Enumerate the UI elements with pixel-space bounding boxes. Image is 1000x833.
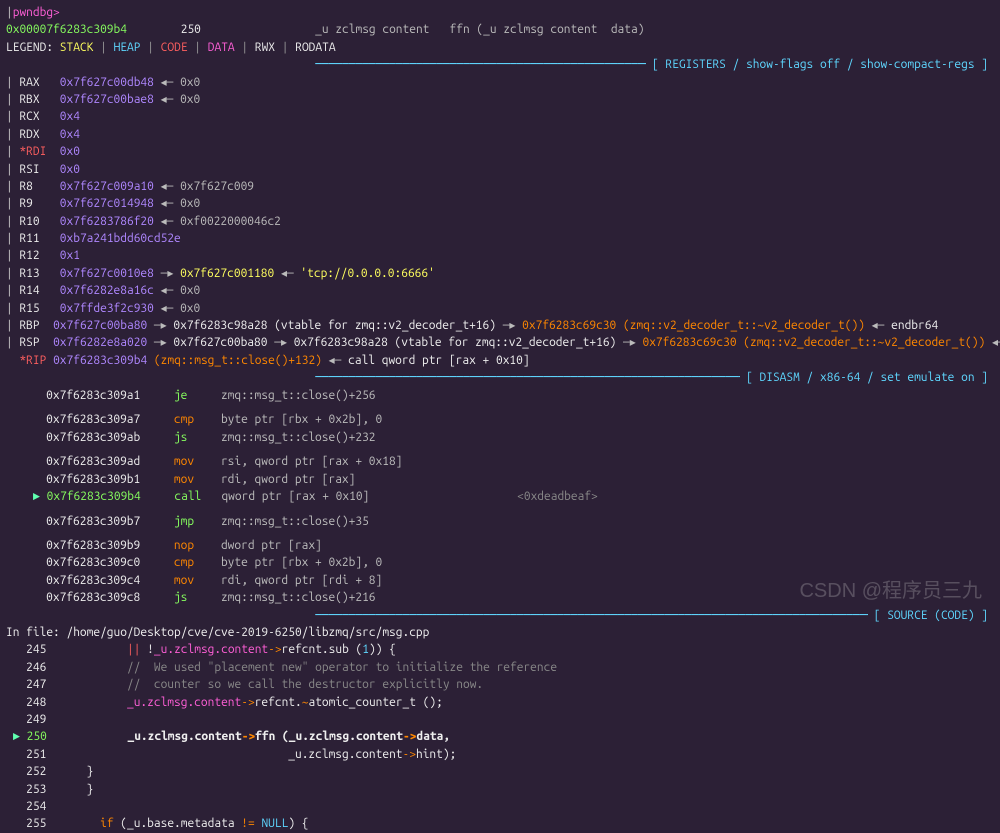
disasm-row: 0x7f6283c309b7 jmp zmq::msg_t::close()+3… [6,513,994,530]
disasm-row: 0x7f6283c309c8 js zmq::msg_t::close()+21… [6,589,994,606]
source-row: 247 // counter so we call the destructor… [6,676,994,693]
registers-panel: | RAX 0x7f627c00db48 ◂— 0x0| RBX 0x7f627… [6,74,994,317]
reg-row: | R13 0x7f627c0010e8 —▸ 0x7f627c001180 ◂… [6,265,994,282]
reg-rsp: | RSP 0x7f6282e8a020 —▸ 0x7f627c00ba80 —… [6,334,994,351]
reg-row: | R12 0x1 [6,247,994,264]
section-disasm: [ DISASM / x86-64 / set emulate on ] [6,369,994,386]
reg-row: | *RDI 0x0 [6,143,994,160]
source-row: 254 [6,798,994,815]
source-row: 251 _u.zclmsg.content->hint); [6,746,994,763]
source-row: 248 _u.zclmsg.content->refcnt.~atomic_co… [6,694,994,711]
prompt: pwndbg> [13,6,60,19]
prompt-line[interactable]: |pwndbg> [6,4,994,21]
reg-row: | R14 0x7f6282e8a16c ◂— 0x0 [6,282,994,299]
disasm-row: 0x7f6283c309c4 mov rdi, qword ptr [rdi +… [6,572,994,589]
reg-row: | R10 0x7f6283786f20 ◂— 0xf0022000046c2 [6,213,994,230]
disasm-row: 0x7f6283c309c0 cmp byte ptr [rbx + 0x2b]… [6,554,994,571]
reg-row: | RBX 0x7f627c00bae8 ◂— 0x0 [6,91,994,108]
source-panel: 245 || !_u.zclmsg.content->refcnt.sub (1… [6,641,994,832]
source-row: ► 250 _u.zclmsg.content->ffn (_u.zclmsg.… [6,728,994,745]
reg-row: | R8 0x7f627c009a10 ◂— 0x7f627c009 [6,178,994,195]
source-row: 253 } [6,781,994,798]
source-row: 252 } [6,763,994,780]
reg-rbp: | RBP 0x7f627c00ba80 —▸ 0x7f6283c98a28 (… [6,317,994,334]
reg-row: | RSI 0x0 [6,161,994,178]
source-file: In file: /home/guo/Desktop/cve/cve-2019-… [6,624,994,641]
reg-row: | RCX 0x4 [6,108,994,125]
source-row: 249 [6,711,994,728]
disasm-row: 0x7f6283c309ad mov rsi, qword ptr [rax +… [6,453,994,470]
source-row: 245 || !_u.zclmsg.content->refcnt.sub (1… [6,641,994,658]
source-row: 255 if (_u.base.metadata != NULL) { [6,815,994,832]
reg-row: | RAX 0x7f627c00db48 ◂— 0x0 [6,74,994,91]
disasm-row: ► 0x7f6283c309b4 call qword ptr [rax + 0… [6,488,994,505]
reg-row: | RDX 0x4 [6,126,994,143]
disasm-panel: 0x7f6283c309a1 je zmq::msg_t::close()+25… [6,387,994,607]
disasm-row: 0x7f6283c309b1 mov rdi, qword ptr [rax] [6,471,994,488]
reg-rip: *RIP 0x7f6283c309b4 (zmq::msg_t::close()… [6,352,994,369]
section-source: [ SOURCE (CODE) ] [6,607,994,624]
context-line: 0x00007f6283c309b4 250 _u zclmsg content… [6,21,994,38]
disasm-row: 0x7f6283c309ab js zmq::msg_t::close()+23… [6,429,994,446]
disasm-row: 0x7f6283c309b9 nop dword ptr [rax] [6,537,994,554]
legend: LEGEND: STACK | HEAP | CODE | DATA | RWX… [6,39,994,56]
source-row: 246 // We used "placement new" operator … [6,659,994,676]
reg-row: | R15 0x7ffde3f2c930 ◂— 0x0 [6,300,994,317]
disasm-row: 0x7f6283c309a1 je zmq::msg_t::close()+25… [6,387,994,404]
reg-row: | R9 0x7f627c014948 ◂— 0x0 [6,195,994,212]
reg-row: | R11 0xb7a241bdd60cd52e [6,230,994,247]
section-registers: [ REGISTERS / show-flags off / show-comp… [6,56,994,73]
disasm-row: 0x7f6283c309a7 cmp byte ptr [rbx + 0x2b]… [6,411,994,428]
